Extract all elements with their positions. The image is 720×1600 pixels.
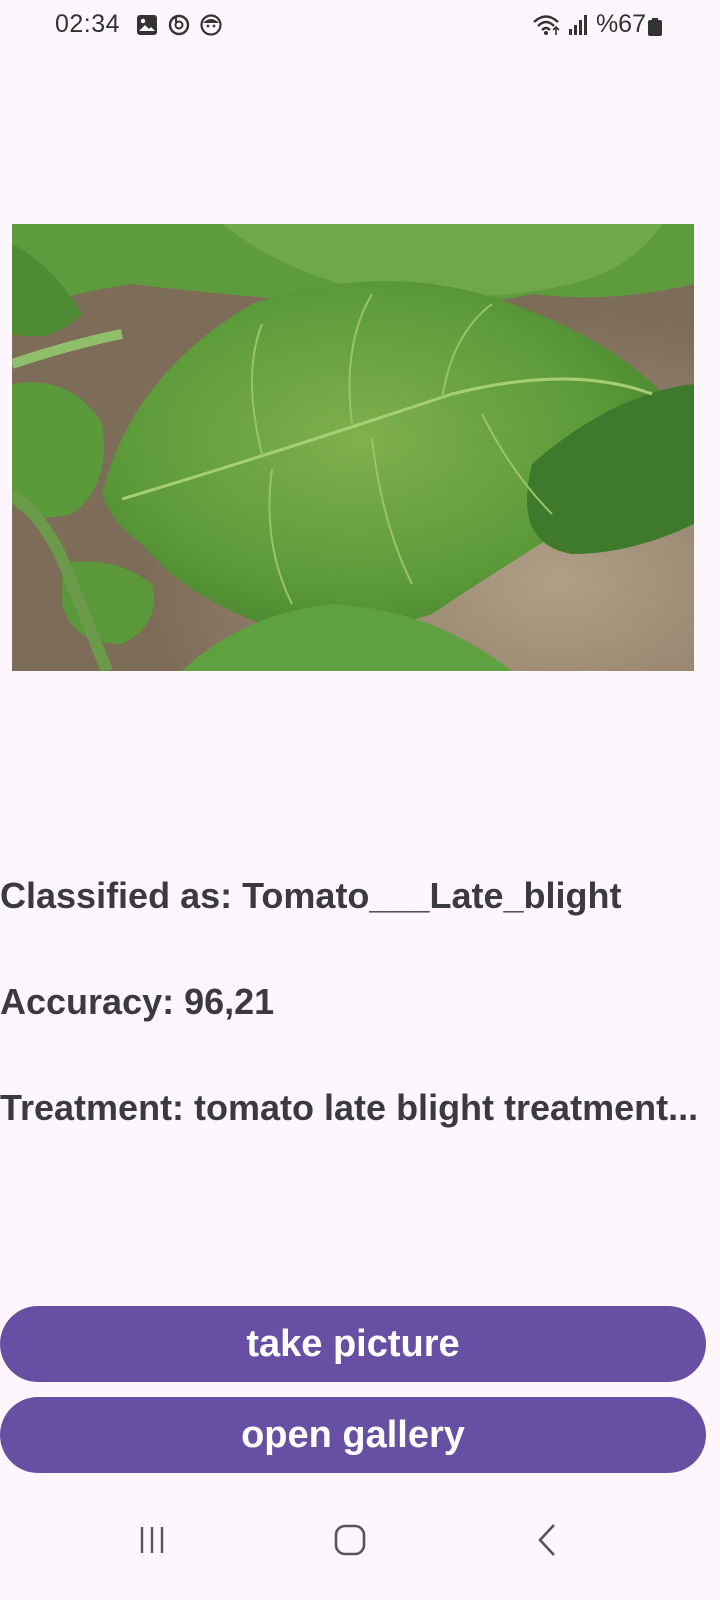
- wifi-icon: [533, 14, 560, 35]
- gallery-icon: [137, 15, 157, 35]
- status-time: 02:34: [55, 10, 121, 38]
- leaf-photo: [12, 224, 694, 671]
- signal-icon: [568, 14, 587, 35]
- navigation-bar: [0, 1480, 720, 1600]
- classification-result: Classified as: Tomato___Late_blight: [0, 875, 622, 916]
- sync-icon: [168, 14, 190, 36]
- battery-icon: [648, 18, 662, 36]
- tomato-leaf-image: [12, 224, 694, 671]
- back-icon: [538, 1524, 555, 1556]
- take-picture-button[interactable]: take picture: [0, 1306, 706, 1382]
- open-gallery-button[interactable]: open gallery: [0, 1397, 706, 1473]
- home-icon: [334, 1524, 366, 1556]
- recent-apps-button[interactable]: [122, 1510, 182, 1570]
- face-icon: [200, 14, 222, 36]
- recent-apps-icon: [140, 1527, 164, 1553]
- back-button[interactable]: [518, 1510, 578, 1570]
- status-right: %67: [532, 10, 646, 39]
- app-screen: 02:34 %67 Classified as: Tomato___Late_b…: [0, 0, 720, 1600]
- home-button[interactable]: [320, 1510, 380, 1570]
- status-bar: 02:34 %67: [0, 0, 720, 52]
- treatment-result: Treatment: tomato late blight treatment.…: [0, 1087, 699, 1128]
- accuracy-result: Accuracy: 96,21: [0, 981, 275, 1022]
- battery-percent: %67: [595, 10, 646, 38]
- notification-icons: [136, 14, 222, 36]
